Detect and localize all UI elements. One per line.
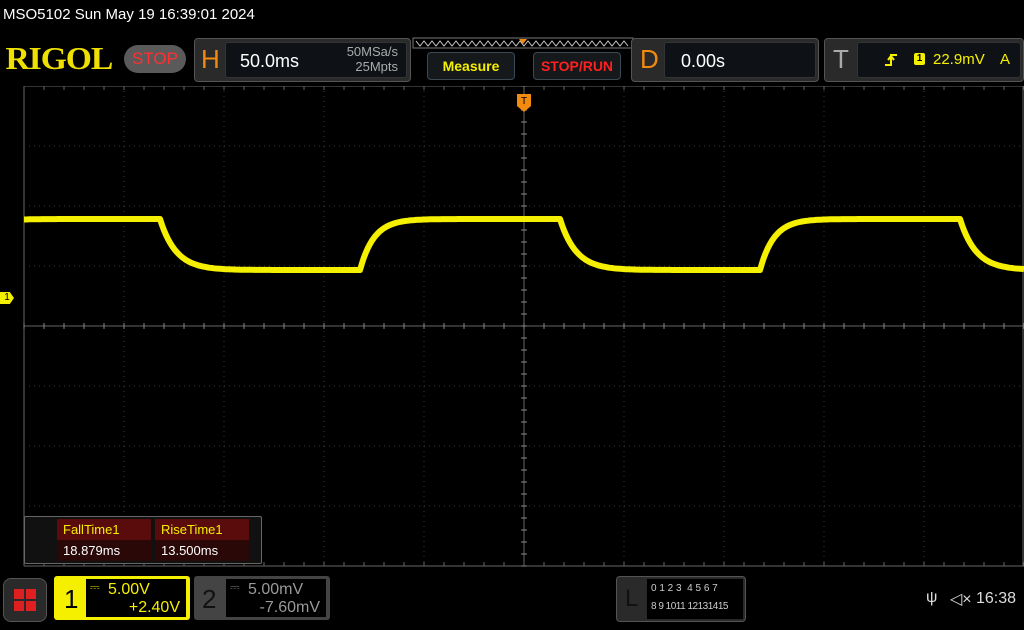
measure-value: 18.879ms — [57, 540, 151, 561]
menu-button[interactable] — [3, 578, 47, 622]
clock-time: 16:38 — [976, 590, 1017, 607]
run-state-badge[interactable]: STOP — [124, 45, 186, 73]
trigger-level: 22.9mV — [933, 51, 985, 68]
channel-2-offset: -7.60mV — [259, 599, 320, 616]
stop-run-button[interactable]: STOP/RUN — [533, 52, 621, 80]
title-bar: MSO5102 Sun May 19 16:39:01 2024 — [3, 6, 255, 23]
delay-panel[interactable]: D 0.00s — [631, 38, 819, 82]
dc-coupling-icon: ⎓ — [90, 580, 100, 594]
trigger-source-badge: 1 — [914, 53, 925, 65]
trigger-mode: A — [1000, 51, 1011, 68]
graticule — [23, 86, 1024, 567]
trigger-letter: T — [833, 44, 849, 74]
logic-channels-row-2: 8 9 1011 12131415 — [651, 601, 728, 612]
rising-edge-icon — [885, 54, 897, 66]
logic-panel[interactable]: L 0 1 2 3 4 5 6 7 8 9 1011 12131415 — [616, 576, 746, 622]
measurement-panel: FallTime1 RiseTime1 18.879ms 13.500ms — [24, 516, 262, 564]
channel-2-panel[interactable]: 2 ⎓ 5.00mV -7.60mV — [194, 576, 330, 620]
channel-1-number: 1 — [64, 584, 79, 614]
measure-button[interactable]: Measure — [427, 52, 515, 80]
channel-2-number: 2 — [202, 584, 217, 614]
channel-1-offset: +2.40V — [128, 599, 180, 616]
logic-letter: L — [625, 585, 639, 612]
grid-menu-icon — [14, 589, 36, 611]
svg-text:T: T — [521, 96, 527, 107]
usb-icon: ψ — [926, 589, 938, 606]
trigger-position-icon: T — [517, 94, 531, 112]
delay-letter: D — [640, 44, 659, 74]
horizontal-letter: H — [201, 44, 220, 74]
channel-1-scale: 5.00V — [108, 581, 150, 598]
horizontal-panel[interactable]: H 50.0ms 50MSa/s 25Mpts — [194, 38, 411, 82]
measure-label: FallTime1 — [57, 519, 151, 540]
sample-rate: 50MSa/s — [346, 44, 398, 59]
trigger-panel[interactable]: T 1 22.9mV A — [824, 38, 1024, 82]
measure-value: 13.500ms — [155, 540, 249, 561]
memory-depth: 25Mpts — [355, 59, 398, 74]
timebase-value: 50.0ms — [240, 51, 300, 71]
logic-channels-row-1: 0 1 2 3 4 5 6 7 — [651, 583, 718, 594]
dc-coupling-icon: ⎓ — [230, 580, 240, 594]
delay-value: 0.00s — [681, 51, 726, 71]
channel-1-panel[interactable]: 1 ⎓ 5.00V +2.40V — [54, 576, 190, 620]
rigol-logo: RIGOL — [5, 40, 113, 76]
speaker-muted-icon[interactable]: ◁× — [950, 589, 972, 609]
waveform-memory-overview[interactable] — [412, 37, 634, 51]
measure-label: RiseTime1 — [155, 519, 249, 540]
channel-2-scale: 5.00mV — [248, 581, 304, 598]
waveform-display[interactable]: T — [0, 86, 1024, 568]
